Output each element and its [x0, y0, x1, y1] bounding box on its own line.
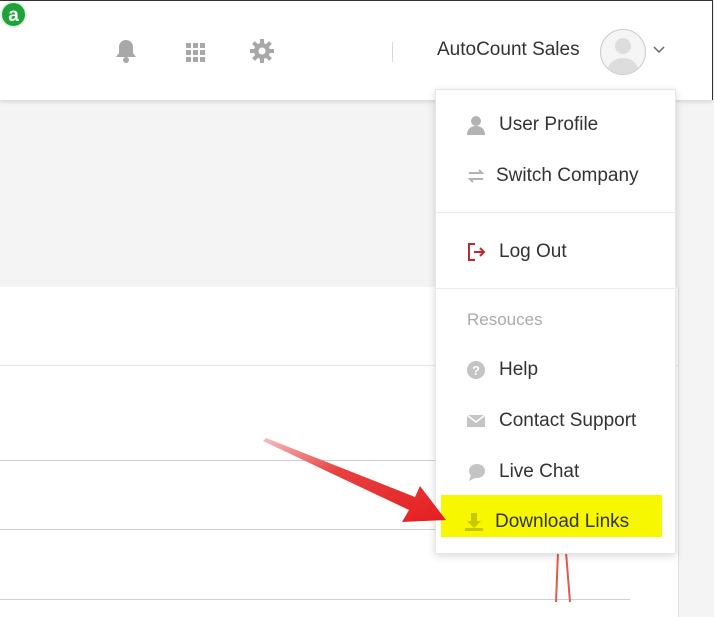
gear-icon[interactable]: [249, 37, 275, 65]
menu-item-help[interactable]: ? Help: [436, 349, 675, 389]
download-icon: [465, 513, 483, 531]
logout-icon: [468, 243, 486, 261]
help-icon: ?: [467, 361, 485, 379]
svg-text:?: ?: [472, 363, 480, 378]
resources-section-label: Resouces: [467, 310, 543, 329]
menu-item-log-out[interactable]: Log Out: [436, 231, 675, 271]
chevron-down-icon[interactable]: [653, 45, 665, 55]
chart-red-lines: [555, 552, 571, 602]
menu-item-user-profile[interactable]: User Profile: [436, 104, 675, 144]
autocount-logo-icon[interactable]: a: [0, 1, 27, 28]
user-menu-dropdown: User Profile Switch Company Log Out Reso…: [435, 89, 676, 554]
user-silhouette-icon: [607, 38, 639, 74]
menu-item-label: Switch Company: [496, 165, 639, 186]
menu-item-download-links[interactable]: Download Links: [436, 501, 675, 541]
apps-grid-icon[interactable]: [182, 37, 208, 65]
menu-item-label: Download Links: [495, 511, 630, 532]
row-divider: [0, 599, 630, 600]
company-name: AutoCount Sales: [437, 39, 580, 60]
user-icon: [467, 116, 485, 135]
chat-icon: [469, 464, 485, 481]
row-divider: [0, 460, 455, 461]
menu-item-label: Live Chat: [499, 461, 580, 482]
menu-divider: [436, 288, 675, 289]
menu-item-label: Log Out: [499, 241, 567, 262]
menu-item-contact-support[interactable]: Contact Support: [436, 400, 675, 440]
avatar[interactable]: [600, 29, 646, 75]
top-bar: a AutoCount Sales: [0, 0, 713, 100]
menu-item-label: Contact Support: [499, 410, 637, 431]
envelope-icon: [466, 414, 486, 427]
bell-icon[interactable]: [113, 37, 139, 65]
header-divider: [392, 42, 393, 62]
menu-item-label: User Profile: [499, 114, 599, 135]
menu-item-switch-company[interactable]: Switch Company: [436, 155, 675, 195]
switch-icon: [467, 169, 485, 183]
menu-item-live-chat[interactable]: Live Chat: [436, 451, 675, 491]
menu-item-label: Help: [499, 359, 539, 380]
menu-divider: [436, 212, 675, 213]
row-divider: [0, 529, 455, 530]
